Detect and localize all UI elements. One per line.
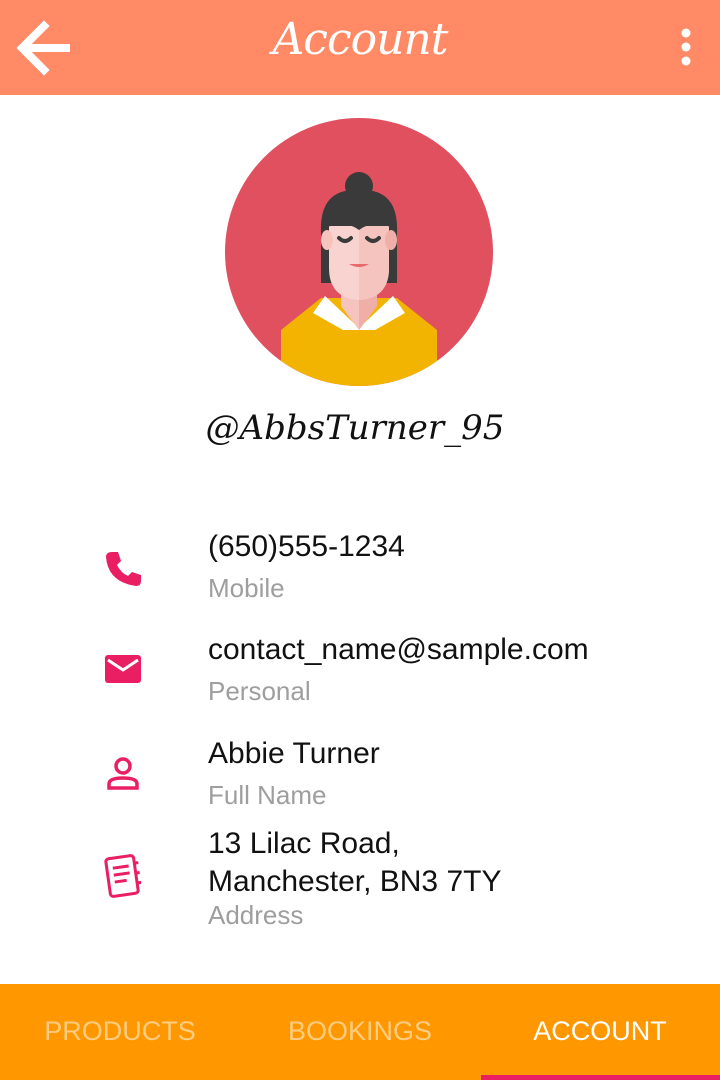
address-line1: 13 Lilac Road, xyxy=(208,827,400,860)
username-handle: @AbbsTurner_95 xyxy=(205,408,505,448)
tab-bookings[interactable]: BOOKINGS xyxy=(240,984,480,1080)
address-label: Address xyxy=(208,900,304,930)
bottom-navigation: PRODUCTS BOOKINGS ACCOUNT xyxy=(0,984,720,1080)
email-label: Personal xyxy=(208,676,311,706)
email-value: contact_name@sample.com xyxy=(208,633,589,666)
avatar[interactable] xyxy=(225,118,493,386)
phone-label: Mobile xyxy=(208,573,285,603)
app-bar: Account xyxy=(0,0,720,95)
more-vert-icon xyxy=(681,28,691,66)
person-icon xyxy=(107,757,139,790)
page-title: Account xyxy=(272,14,449,65)
tab-account[interactable]: ACCOUNT xyxy=(480,984,720,1080)
full-name-label: Full Name xyxy=(208,780,327,810)
more-options-button[interactable] xyxy=(668,24,704,72)
detail-row-name[interactable]: Abbie Turner Full Name xyxy=(0,730,720,820)
active-tab-indicator xyxy=(481,1075,720,1080)
detail-row-email[interactable]: contact_name@sample.com Personal xyxy=(0,625,720,715)
tab-products[interactable]: PRODUCTS xyxy=(0,984,240,1080)
detail-row-address[interactable]: 13 Lilac Road, Manchester, BN3 7TY Addre… xyxy=(0,825,720,935)
full-name-value: Abbie Turner xyxy=(208,737,380,770)
address-line2: Manchester, BN3 7TY xyxy=(208,865,502,898)
phone-icon xyxy=(106,552,141,586)
email-icon xyxy=(105,655,141,683)
address-book-icon xyxy=(104,854,142,898)
detail-row-phone[interactable]: (650)555-1234 Mobile xyxy=(0,520,720,610)
phone-value: (650)555-1234 xyxy=(208,530,405,563)
